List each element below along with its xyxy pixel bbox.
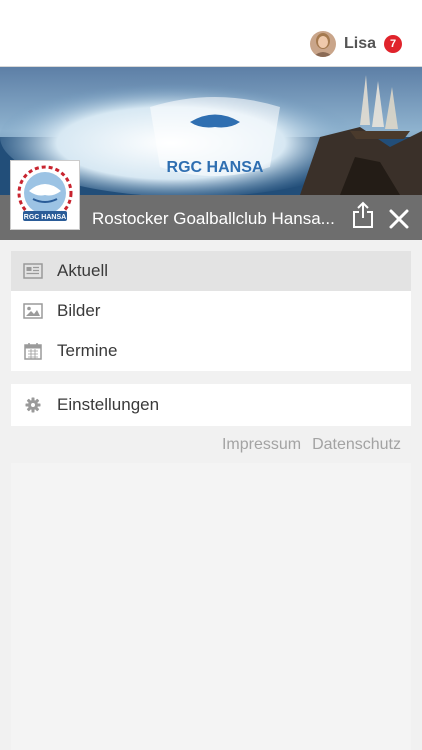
banner-logo-text: RGC HANSA [167, 159, 264, 176]
avatar[interactable] [309, 31, 336, 57]
content-area [11, 463, 411, 750]
menu-item-termine[interactable]: Termine [11, 331, 411, 371]
share-icon [353, 201, 373, 228]
main-menu: Aktuell Bilder Termine [11, 251, 411, 371]
gear-icon [23, 395, 43, 415]
club-name: Rostocker Goalballclub Hansa... [92, 209, 335, 228]
newspaper-icon [23, 261, 43, 281]
menu-item-einstellungen[interactable]: Einstellungen [11, 384, 411, 426]
image-icon [23, 301, 43, 321]
share-button[interactable] [350, 201, 376, 229]
impressum-link[interactable]: Impressum [222, 436, 301, 454]
notification-badge[interactable]: 7 [384, 35, 402, 53]
menu-item-label: Termine [57, 341, 118, 360]
menu-item-label: Aktuell [57, 261, 109, 280]
menu-item-bilder[interactable]: Bilder [11, 291, 411, 331]
username[interactable]: Lisa [344, 35, 376, 53]
close-icon [389, 209, 409, 229]
menu-item-label: Bilder [57, 301, 101, 320]
user-menu[interactable]: Lisa 7 [309, 28, 402, 60]
top-bar: Lisa 7 [0, 0, 422, 67]
menu-item-aktuell[interactable]: Aktuell [11, 251, 411, 291]
close-button[interactable] [387, 207, 411, 231]
club-logo-text: RGC HANSA [24, 214, 66, 221]
calendar-icon [23, 341, 43, 361]
footer-links: Impressum Datenschutz [222, 436, 401, 454]
settings-menu: Einstellungen [11, 384, 411, 426]
club-logo: RGC HANSA [10, 160, 80, 230]
datenschutz-link[interactable]: Datenschutz [312, 436, 401, 454]
menu-item-label: Einstellungen [57, 395, 160, 414]
